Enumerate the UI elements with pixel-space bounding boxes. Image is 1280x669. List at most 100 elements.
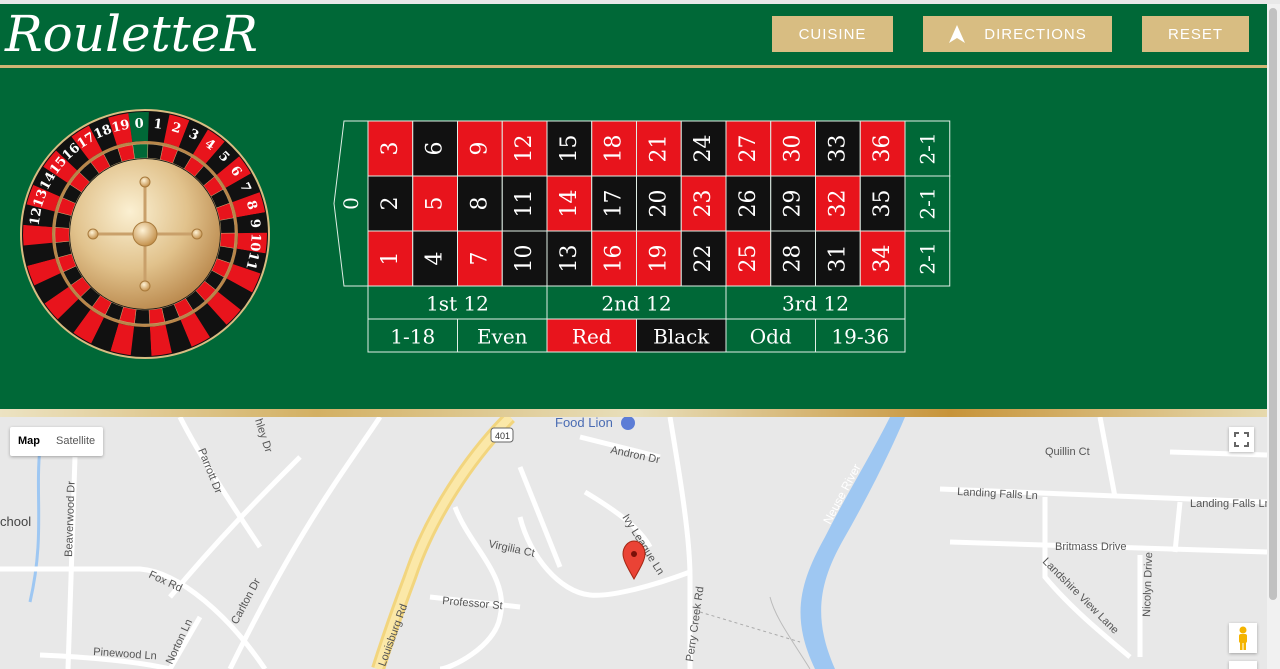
map-label-landing-falls-ln-2: Landing Falls Ln xyxy=(1190,498,1267,510)
number-label: 13 xyxy=(557,245,582,273)
map-label-andron-dr: Andron Dr xyxy=(609,444,661,466)
number-label: 32 xyxy=(825,190,850,218)
felt-gold-border xyxy=(0,409,1267,417)
wheel-knob xyxy=(139,280,151,292)
number-label: 20 xyxy=(646,190,671,218)
reset-button-label: RESET xyxy=(1167,25,1223,43)
pegman-icon xyxy=(1239,626,1247,650)
directions-button-label: DIRECTIONS xyxy=(984,25,1087,43)
zero-label: 0 xyxy=(339,197,363,210)
app-logo: RouletteR xyxy=(5,5,258,63)
column-bet-label: 2-1 xyxy=(915,242,939,274)
scrollbar[interactable] xyxy=(1267,4,1280,669)
wheel-pocket xyxy=(130,326,152,356)
number-label: 11 xyxy=(512,190,537,218)
betting-table: 03 6 9 12 15 18 21 24 27 30 33 36 2-12 5 8 11 14 17 20 23 26… xyxy=(333,120,951,353)
number-label: 33 xyxy=(825,135,850,163)
wheel-number: 9 xyxy=(247,218,263,228)
wheel-inner-pocket xyxy=(148,307,166,325)
map-label-landshire-view-lane: Landshire View Lane xyxy=(1040,556,1121,637)
navigation-arrow-icon xyxy=(949,25,966,43)
map-label-ashley-dr: hley Dr xyxy=(252,417,274,454)
column-bet-label: 2-1 xyxy=(915,187,939,219)
number-label: 19 xyxy=(646,245,671,273)
dozen-bet-label: 1st 12 xyxy=(426,292,489,316)
outside-bet-label: Even xyxy=(477,325,528,349)
cuisine-button-label: CUISINE xyxy=(798,25,867,43)
number-label: 10 xyxy=(512,245,537,273)
street-view-pegman-button[interactable] xyxy=(1229,623,1257,653)
wheel-knob xyxy=(87,228,99,240)
number-label: 3 xyxy=(378,142,403,156)
roulette-felt: 0 1 2 3 4 5 6 7 8 9 10 11 19 18 17 16 15 14 13 12 0 3 6 9 12 15 1… xyxy=(0,68,1267,409)
map-type-map-button[interactable]: Map xyxy=(10,427,48,456)
map-label-beaverwood-dr: Beaverwood Dr xyxy=(63,481,78,558)
number-label: 15 xyxy=(557,135,582,163)
number-label: 35 xyxy=(870,190,895,218)
number-label: 24 xyxy=(691,135,716,163)
map-label-route-401: 401 xyxy=(495,431,510,441)
zoom-control[interactable] xyxy=(1229,661,1257,669)
wheel-inner-pocket xyxy=(219,217,236,234)
number-label: 1 xyxy=(378,252,403,266)
outside-bet-label: Red xyxy=(572,325,612,349)
number-label: 2 xyxy=(378,197,403,211)
wheel-number: 1 xyxy=(153,117,164,133)
number-label: 28 xyxy=(781,245,806,273)
wheel-number: 0 xyxy=(134,116,144,131)
wheel-number: 12 xyxy=(28,206,46,226)
outside-bet-label: Black xyxy=(653,325,710,349)
map-type-satellite-button[interactable]: Satellite xyxy=(48,427,103,456)
map-label-parrott-dr: Parrott Dr xyxy=(195,447,224,496)
number-label: 16 xyxy=(602,245,627,273)
fullscreen-button[interactable] xyxy=(1229,427,1254,452)
map-label-norton-ln: Norton Ln xyxy=(164,617,195,666)
number-label: 26 xyxy=(736,190,761,218)
wheel-inner-pocket xyxy=(134,309,150,325)
column-bet-label: 2-1 xyxy=(915,132,939,164)
wheel-inner-pocket xyxy=(219,232,236,249)
wheel-pocket xyxy=(23,224,53,246)
number-label: 21 xyxy=(646,135,671,163)
cuisine-button[interactable]: CUISINE xyxy=(772,16,893,52)
number-label: 9 xyxy=(467,142,492,156)
directions-button[interactable]: DIRECTIONS xyxy=(923,16,1112,52)
map-label-perry-creek-rd: Perry Creek Rd xyxy=(684,586,706,663)
map-label-fox-rd: Fox Rd xyxy=(147,569,184,595)
map-type-control: Map Satellite xyxy=(10,427,104,456)
roulette-wheel[interactable]: 0 1 2 345678910111918171615141312 xyxy=(15,104,275,364)
map-label-nicolyn-drive: Nicolyn Drive xyxy=(1141,552,1155,617)
number-label: 23 xyxy=(691,190,716,218)
number-label: 18 xyxy=(602,135,627,163)
number-label: 8 xyxy=(467,197,492,211)
map-label-landing-falls-ln: Landing Falls Ln xyxy=(957,486,1038,502)
number-label: 14 xyxy=(557,190,582,218)
wheel-knob xyxy=(191,228,203,240)
number-label: 22 xyxy=(691,245,716,273)
wheel-number: 10 xyxy=(247,233,263,252)
wheel-inner-pocket xyxy=(54,227,70,243)
map-area[interactable]: Food Lion Andron Dr Quillin Ct Landing F… xyxy=(0,417,1267,669)
location-pin-icon[interactable] xyxy=(622,540,646,581)
outside-bet-label: 19-36 xyxy=(831,325,889,349)
map-label-quillin-ct: Quillin Ct xyxy=(1045,446,1090,458)
number-label: 5 xyxy=(423,197,448,211)
number-label: 4 xyxy=(423,252,448,266)
number-label: 27 xyxy=(736,135,761,163)
number-label: 34 xyxy=(870,245,895,273)
number-label: 29 xyxy=(781,190,806,218)
number-label: 25 xyxy=(736,245,761,273)
number-label: 7 xyxy=(467,252,492,266)
number-label: 31 xyxy=(825,245,850,273)
dozen-bet-label: 3rd 12 xyxy=(782,292,849,316)
outside-bet-label: Odd xyxy=(750,325,792,349)
map-label-school: chool xyxy=(0,514,31,529)
scrollbar-thumb[interactable] xyxy=(1269,8,1277,600)
dozen-bet-label: 2nd 12 xyxy=(601,292,671,316)
map-label-food-lion: Food Lion xyxy=(555,417,613,430)
reset-button[interactable]: RESET xyxy=(1142,16,1249,52)
wheel-center-knob xyxy=(132,221,158,247)
number-label: 17 xyxy=(602,190,627,218)
number-label: 6 xyxy=(423,142,448,156)
app-header: RouletteR CUISINE DIRECTIONS RESET xyxy=(0,4,1267,65)
